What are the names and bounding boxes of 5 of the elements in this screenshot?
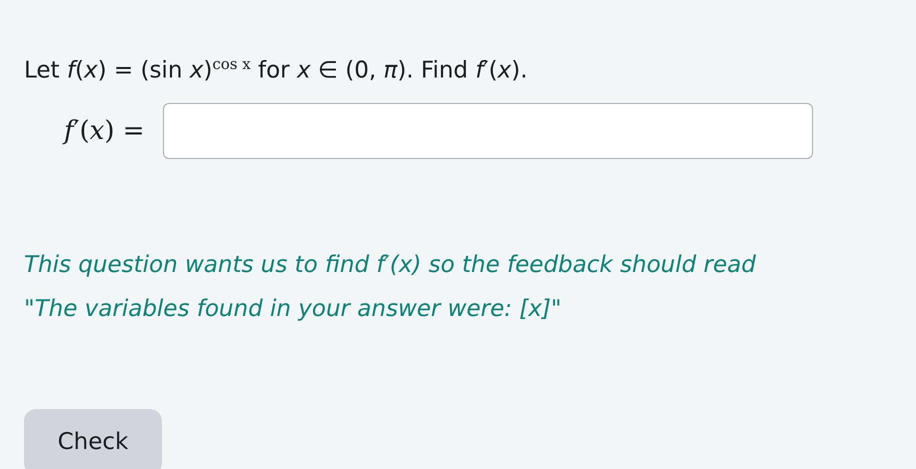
feedback-text: This question wants us to find f′(x) so the feedback should read "The variables found in your answer were: [x]" (24, 250, 757, 324)
check-button[interactable]: Check (24, 408, 162, 469)
answer-field[interactable] (162, 102, 813, 159)
question-text: Let f(x) = (sin x)$^{cos x}$ for x ∈ (0, π). Find f′(x). (24, 54, 529, 86)
answer-label: f′(x) = (64, 116, 145, 146)
